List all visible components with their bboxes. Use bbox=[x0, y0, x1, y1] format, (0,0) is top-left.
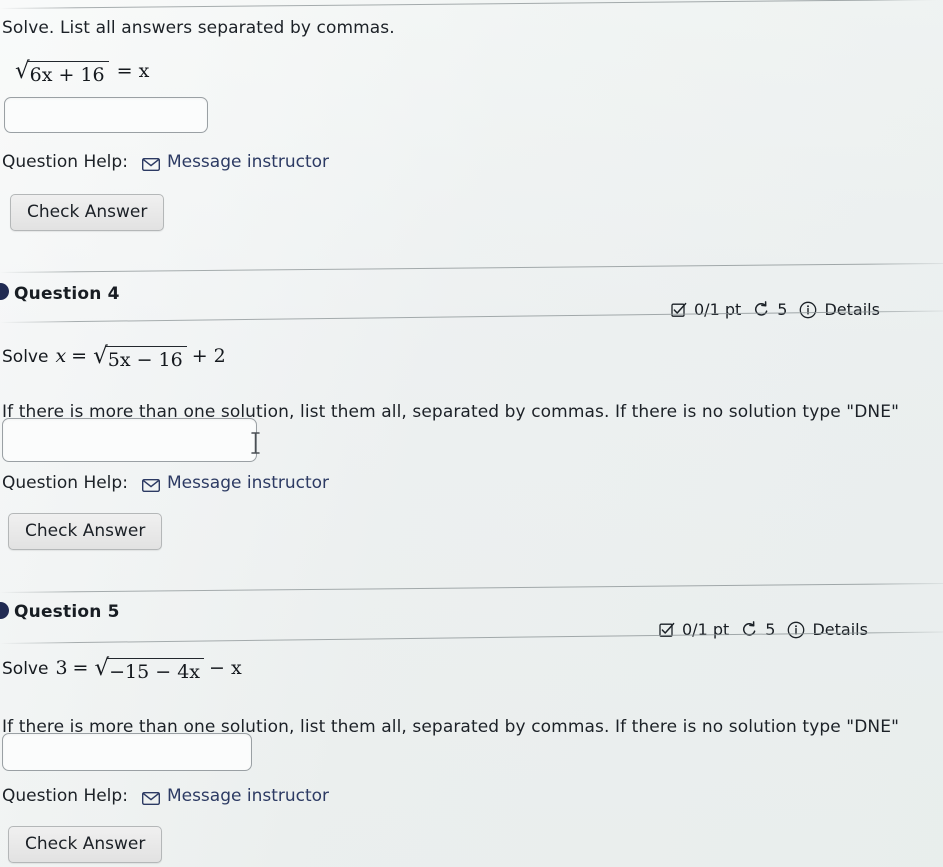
radical-5: √ −15 − 4x bbox=[94, 655, 205, 683]
question-4-bullet-icon bbox=[0, 283, 9, 300]
question-5-equals: = bbox=[72, 657, 89, 679]
question-4-equation: Solve x = √ 5x − 16 + 2 bbox=[2, 343, 226, 372]
radical-sign-icon: √ bbox=[15, 58, 30, 84]
message-instructor-link-q5[interactable]: Message instructor bbox=[141, 786, 330, 806]
question-4-equation-lead: Solve bbox=[2, 347, 49, 367]
question-4-equals: = bbox=[71, 345, 88, 367]
question-5-score: 0/1 pt bbox=[682, 620, 730, 639]
question-4-lhs: x bbox=[55, 345, 67, 367]
message-instructor-link-q4[interactable]: Message instructor bbox=[141, 473, 330, 493]
radicand-4: 5x − 16 bbox=[105, 346, 187, 371]
radical-3: √ 6x + 16 bbox=[15, 58, 109, 86]
question-3-prompt: Solve. List all answers separated by com… bbox=[2, 18, 395, 38]
question-3-equation: √ 6x + 16 = x bbox=[14, 58, 150, 87]
message-instructor-link-q3[interactable]: Message instructor bbox=[141, 152, 330, 172]
envelope-icon bbox=[141, 477, 160, 492]
check-answer-button-q3[interactable]: Check Answer bbox=[10, 194, 165, 231]
question-5-equation-lead: Solve bbox=[2, 659, 49, 679]
radical-4: √ 5x − 16 bbox=[93, 343, 187, 371]
radical-sign-icon: √ bbox=[94, 655, 110, 681]
question-help-label-q5: Question Help: bbox=[2, 786, 128, 806]
question-5-details-link[interactable]: Details bbox=[812, 620, 867, 639]
message-instructor-label-q4: Message instructor bbox=[166, 473, 330, 493]
question-5-lhs: 3 bbox=[55, 657, 68, 679]
question-5-title: Question 5 bbox=[14, 602, 120, 622]
info-circle-icon[interactable] bbox=[799, 301, 817, 319]
check-answer-button-q5[interactable]: Check Answer bbox=[8, 826, 163, 863]
question-5-top-divider bbox=[0, 582, 943, 594]
question-help-row-q3: Question Help: Message instructor bbox=[2, 152, 329, 172]
equation-3-tail: = x bbox=[116, 60, 150, 82]
info-circle-icon[interactable] bbox=[787, 621, 805, 639]
rotate-counterclockwise-icon bbox=[741, 621, 758, 638]
radical-sign-icon: √ bbox=[93, 343, 108, 369]
assignment-page: Solve. List all answers separated by com… bbox=[0, 0, 943, 867]
question-4-score: 0/1 pt bbox=[694, 300, 742, 319]
question-help-label-q4: Question Help: bbox=[2, 473, 128, 493]
check-answer-button-q4[interactable]: Check Answer bbox=[8, 513, 163, 550]
message-instructor-label-q3: Message instructor bbox=[166, 152, 330, 172]
question-help-row-q5: Question Help: Message instructor bbox=[2, 786, 329, 806]
radicand-5: −15 − 4x bbox=[107, 658, 205, 683]
question-5-equation-tail: − x bbox=[209, 657, 242, 679]
question-4-meta: 0/1 pt 5 Details bbox=[671, 300, 880, 319]
message-instructor-label-q5: Message instructor bbox=[166, 786, 330, 806]
question-5-equation: Solve 3 = √ −15 − 4x − x bbox=[2, 655, 242, 684]
envelope-icon bbox=[141, 156, 160, 171]
top-divider bbox=[0, 0, 943, 10]
question-help-row-q4: Question Help: Message instructor bbox=[2, 473, 329, 493]
answer-input-q3[interactable] bbox=[4, 97, 208, 133]
question-5-attempts: 5 bbox=[765, 620, 776, 639]
question-4-title: Question 4 bbox=[14, 284, 120, 304]
question-5-bullet-icon bbox=[0, 602, 9, 619]
envelope-icon bbox=[141, 790, 160, 805]
answer-input-q4[interactable] bbox=[2, 418, 257, 462]
checkbox-checked-icon bbox=[671, 302, 687, 318]
question-4-top-divider bbox=[0, 262, 943, 274]
question-4-details-link[interactable]: Details bbox=[824, 300, 879, 319]
question-4-attempts: 5 bbox=[777, 300, 788, 319]
radicand-3: 6x + 16 bbox=[27, 61, 109, 86]
question-5-meta: 0/1 pt 5 Details bbox=[659, 620, 868, 639]
question-help-label-q3: Question Help: bbox=[2, 152, 128, 172]
rotate-counterclockwise-icon bbox=[753, 301, 770, 318]
question-4-equation-tail: + 2 bbox=[191, 345, 226, 367]
answer-input-q5[interactable] bbox=[2, 733, 252, 771]
